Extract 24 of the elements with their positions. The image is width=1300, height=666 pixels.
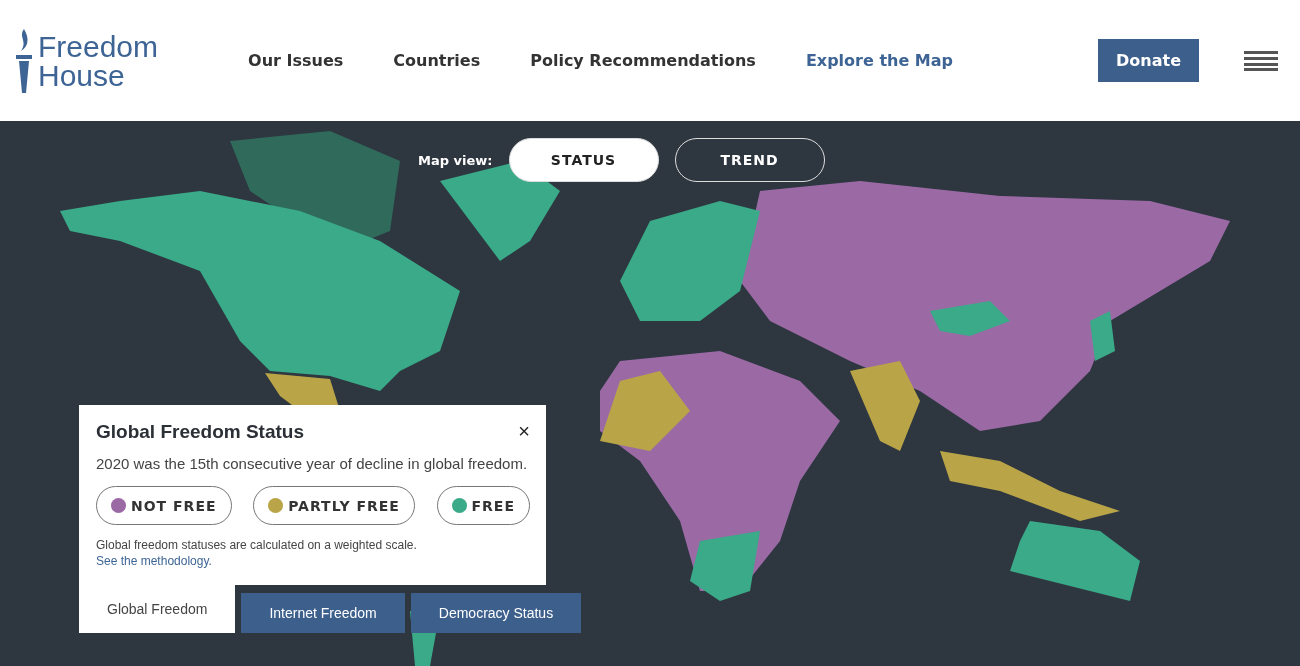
note-text: Global freedom statuses are calculated on a weighted scale. xyxy=(96,538,417,552)
nav-link[interactable]: Explore the Map xyxy=(805,51,953,70)
menu-icon[interactable] xyxy=(1244,50,1278,71)
legend-button[interactable]: NOT FREE xyxy=(96,486,232,525)
nav-link[interactable]: Our Issues xyxy=(248,51,344,70)
legend-button[interactable]: PARTLY FREE xyxy=(253,486,415,525)
panel-summary: 2020 was the 15th consecutive year of decline in global freedom. xyxy=(96,454,529,474)
legend-label: NOT FREE xyxy=(131,497,217,514)
tab[interactable]: Internet Freedom xyxy=(241,593,405,633)
map-view-button[interactable]: STATUS xyxy=(508,138,659,182)
tab[interactable]: Global Freedom xyxy=(79,585,236,633)
legend-button[interactable]: FREE xyxy=(436,486,530,525)
nav-link[interactable]: Policy Recommendations xyxy=(530,51,756,70)
panel-title: Global Freedom Status xyxy=(96,421,304,443)
close-button[interactable]: × xyxy=(518,421,530,441)
donate-button[interactable]: Donate xyxy=(1098,39,1199,82)
legend-label: PARTLY FREE xyxy=(288,497,400,514)
methodology-link[interactable]: See the methodology. xyxy=(96,554,212,568)
legend-label: FREE xyxy=(471,497,515,514)
logo-text[interactable]: Freedom House xyxy=(38,31,159,90)
map-view-button[interactable]: TREND xyxy=(674,138,825,182)
nav-link[interactable]: Countries xyxy=(393,51,481,70)
tab[interactable]: Democracy Status xyxy=(410,593,582,633)
map-view-label: Map view: xyxy=(418,152,493,168)
